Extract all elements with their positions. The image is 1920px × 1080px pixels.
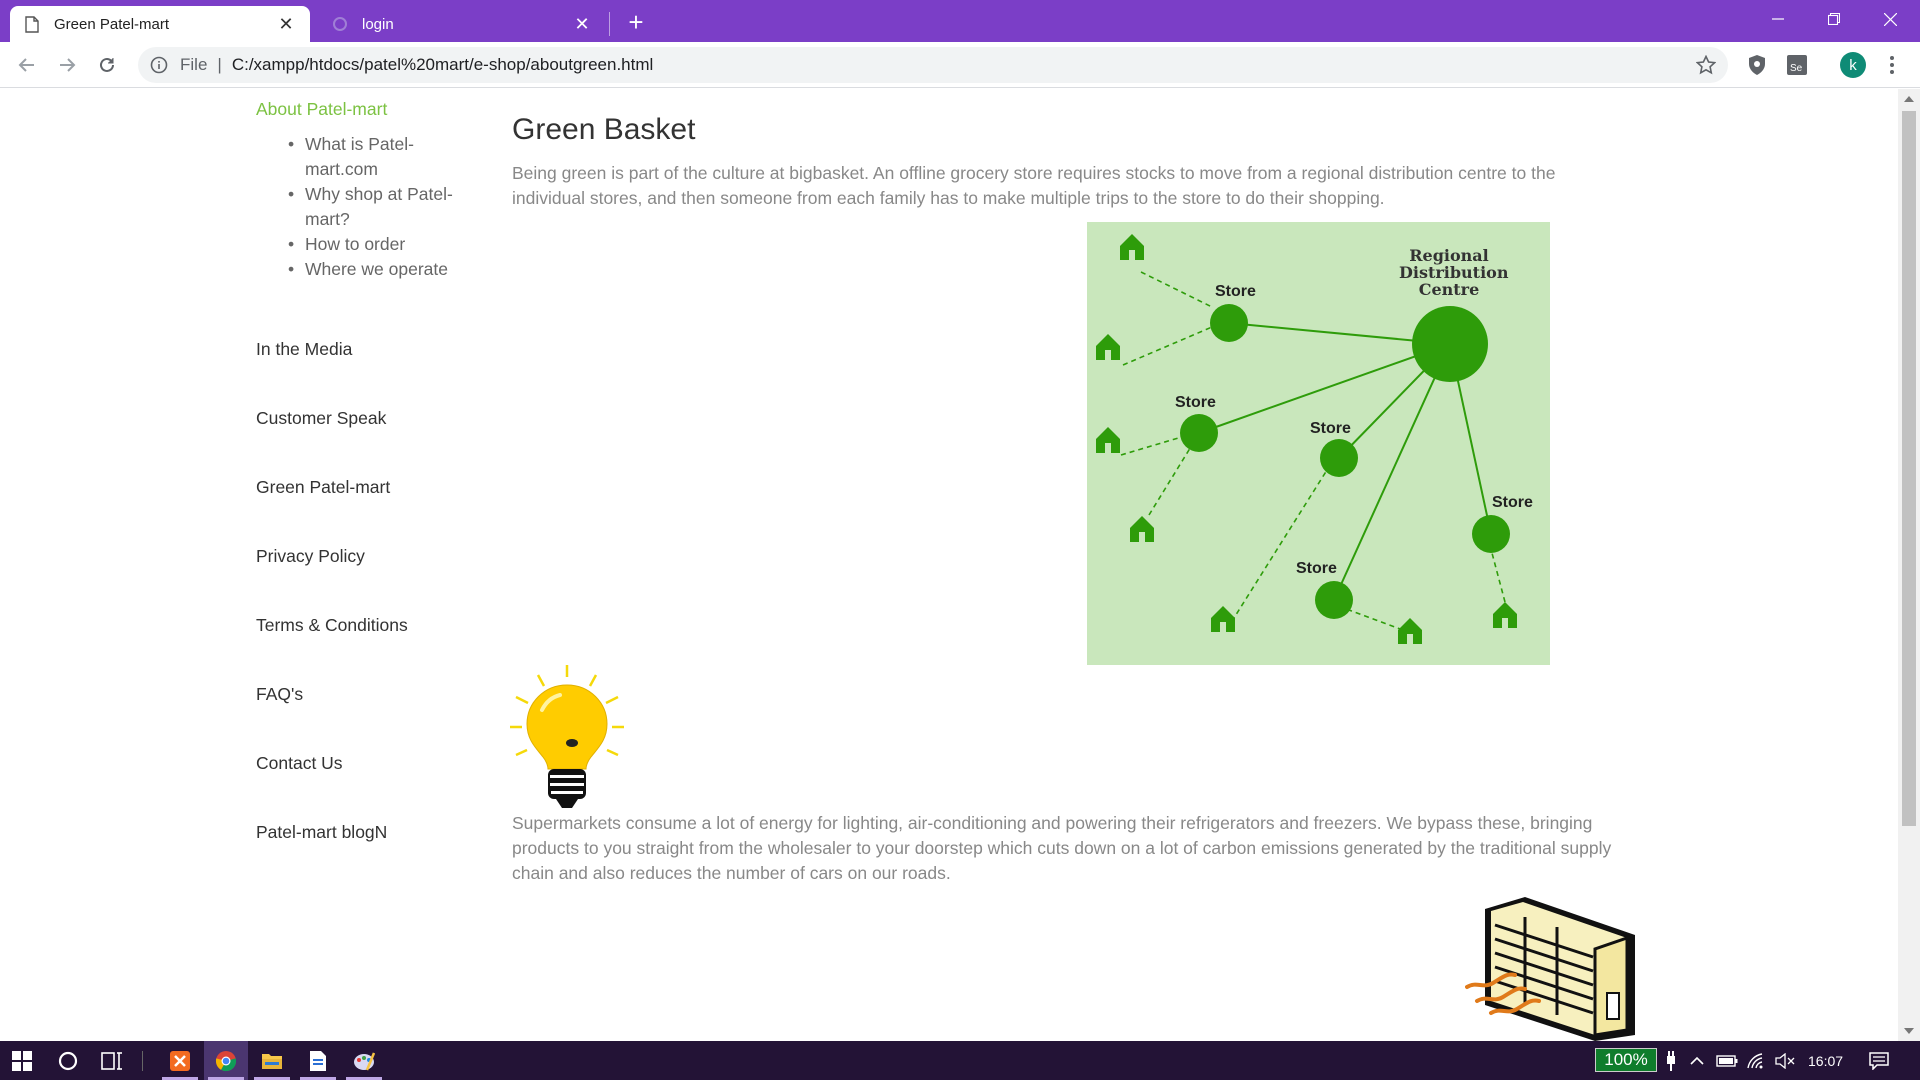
paint-taskbar-app[interactable] — [342, 1041, 386, 1080]
scroll-up-arrow-icon[interactable] — [1898, 90, 1920, 108]
start-button[interactable] — [0, 1041, 44, 1080]
battery-percentage[interactable]: 100% — [1595, 1048, 1657, 1072]
bookmark-star-icon[interactable] — [1696, 55, 1716, 75]
restore-icon — [1828, 13, 1840, 25]
green-paragraph-1: Being green is part of the culture at bi… — [512, 163, 1556, 208]
store-node — [1315, 581, 1353, 619]
submenu-item-what-is[interactable]: What is Patel-mart.com — [288, 132, 471, 182]
store-label: Store — [1492, 494, 1533, 511]
store-node — [1320, 439, 1358, 477]
store-node — [1472, 515, 1510, 553]
search-button[interactable] — [46, 1041, 90, 1080]
minimize-button[interactable] — [1750, 0, 1806, 38]
chrome-taskbar-app[interactable] — [204, 1041, 248, 1080]
power-plug-icon[interactable] — [1660, 1050, 1682, 1072]
tab-login[interactable]: login ✕ — [318, 6, 606, 42]
notifications-icon[interactable] — [1868, 1050, 1890, 1072]
tab-title: Green Patel-mart — [54, 15, 170, 33]
distribution-network-diagram: Regional Distribution Centre Store Store… — [1087, 222, 1550, 665]
xampp-icon — [170, 1050, 190, 1071]
shield-extension-icon[interactable] — [1745, 53, 1769, 77]
sidebar-nav: About Patel-mart What is Patel-mart.com … — [256, 99, 471, 842]
reload-icon — [100, 57, 114, 72]
url-text[interactable]: C:/xampp/htdocs/patel%20mart/e-shop/abou… — [232, 55, 653, 75]
submenu-item-how-to-order[interactable]: How to order — [288, 232, 471, 257]
store-label: Store — [1215, 283, 1256, 300]
sidebar-link-media[interactable]: In the Media — [256, 339, 352, 360]
tab-green-patel-mart[interactable]: Green Patel-mart ✕ — [10, 6, 310, 42]
menu-kebab-icon[interactable] — [1880, 53, 1904, 77]
windows-taskbar: 100% 16:07 — [0, 1041, 1920, 1080]
notepad-taskbar-app[interactable] — [296, 1041, 340, 1080]
restore-button[interactable] — [1806, 0, 1862, 38]
sidebar-link-customer-speak[interactable]: Customer Speak — [256, 408, 386, 429]
back-arrow-icon — [18, 58, 34, 72]
tab-title: login — [362, 15, 394, 33]
taskbar-divider — [142, 1051, 143, 1071]
svg-text:Se: Se — [1790, 63, 1803, 74]
xampp-taskbar-app[interactable] — [158, 1041, 202, 1080]
task-view-icon — [101, 1051, 122, 1070]
new-tab-button[interactable]: + — [622, 7, 650, 37]
scrollbar-thumb[interactable] — [1902, 111, 1916, 826]
selenium-extension-icon[interactable]: Se — [1785, 53, 1809, 77]
scroll-down-arrow-icon[interactable] — [1898, 1022, 1920, 1040]
light-bulb-icon — [510, 665, 625, 815]
scheme-label: File — [180, 55, 208, 74]
battery-icon[interactable] — [1716, 1050, 1738, 1072]
volume-muted-icon[interactable] — [1774, 1050, 1796, 1072]
sidebar-link-green[interactable]: Green Patel-mart — [256, 477, 390, 498]
distribution-centre-label: Regional Distribution Centre — [1399, 246, 1509, 299]
file-explorer-taskbar-app[interactable] — [250, 1041, 294, 1080]
store-label: Store — [1296, 560, 1337, 577]
tab-strip: Green Patel-mart ✕ login ✕ + — [0, 0, 1920, 42]
sidebar-link-blog[interactable]: Patel-mart blogN — [256, 822, 387, 843]
taskbar-clock[interactable]: 16:07 — [1808, 1041, 1843, 1080]
store-label: Store — [1175, 394, 1216, 411]
reload-button[interactable] — [92, 50, 122, 80]
sidebar-link-privacy[interactable]: Privacy Policy — [256, 546, 365, 567]
about-submenu: What is Patel-mart.com Why shop at Patel… — [288, 132, 471, 282]
air-conditioner-icon — [1465, 897, 1635, 1041]
task-view-button[interactable] — [90, 1041, 134, 1080]
page-icon — [24, 15, 40, 33]
sidebar-heading-about[interactable]: About Patel-mart — [256, 99, 471, 120]
store-node — [1210, 304, 1248, 342]
forward-arrow-icon — [60, 58, 76, 72]
sidebar-link-terms[interactable]: Terms & Conditions — [256, 615, 408, 636]
address-divider: | — [217, 55, 222, 74]
store-node — [1180, 414, 1218, 452]
show-hidden-icons-chevron-icon[interactable] — [1686, 1050, 1708, 1072]
address-bar[interactable]: File | C:/xampp/htdocs/patel%20mart/e-sh… — [138, 47, 1728, 83]
submenu-item-why-shop[interactable]: Why shop at Patel-mart? — [288, 182, 471, 232]
chrome-icon — [215, 1050, 237, 1071]
paint-palette-icon — [354, 1052, 375, 1070]
profile-avatar[interactable]: k — [1840, 52, 1866, 78]
browser-toolbar: File | C:/xampp/htdocs/patel%20mart/e-sh… — [0, 42, 1920, 88]
loading-icon — [332, 15, 348, 33]
sidebar-link-contact[interactable]: Contact Us — [256, 753, 343, 774]
windows-logo-icon — [12, 1050, 32, 1071]
submenu-item-where-we-operate[interactable]: Where we operate — [288, 257, 471, 282]
document-icon — [310, 1050, 326, 1071]
green-paragraph-2: Supermarkets consume a lot of energy for… — [512, 813, 1612, 883]
close-tab-icon[interactable]: ✕ — [572, 14, 592, 34]
folder-icon — [262, 1053, 282, 1069]
page-title: Green Basket — [512, 113, 696, 146]
back-button[interactable] — [12, 50, 42, 80]
store-label: Store — [1310, 420, 1351, 437]
tab-divider — [609, 12, 610, 36]
distribution-centre-node — [1412, 306, 1488, 382]
close-tab-icon[interactable]: ✕ — [276, 14, 296, 34]
forward-button[interactable] — [52, 50, 82, 80]
sidebar-link-faq[interactable]: FAQ's — [256, 684, 303, 705]
wifi-icon[interactable] — [1746, 1050, 1768, 1072]
close-window-button[interactable] — [1862, 0, 1918, 38]
cortana-circle-icon — [58, 1051, 78, 1070]
page-content: About Patel-mart What is Patel-mart.com … — [0, 89, 1898, 1041]
minimize-icon — [1772, 18, 1784, 20]
close-icon — [1883, 12, 1897, 26]
info-icon[interactable] — [150, 56, 168, 74]
